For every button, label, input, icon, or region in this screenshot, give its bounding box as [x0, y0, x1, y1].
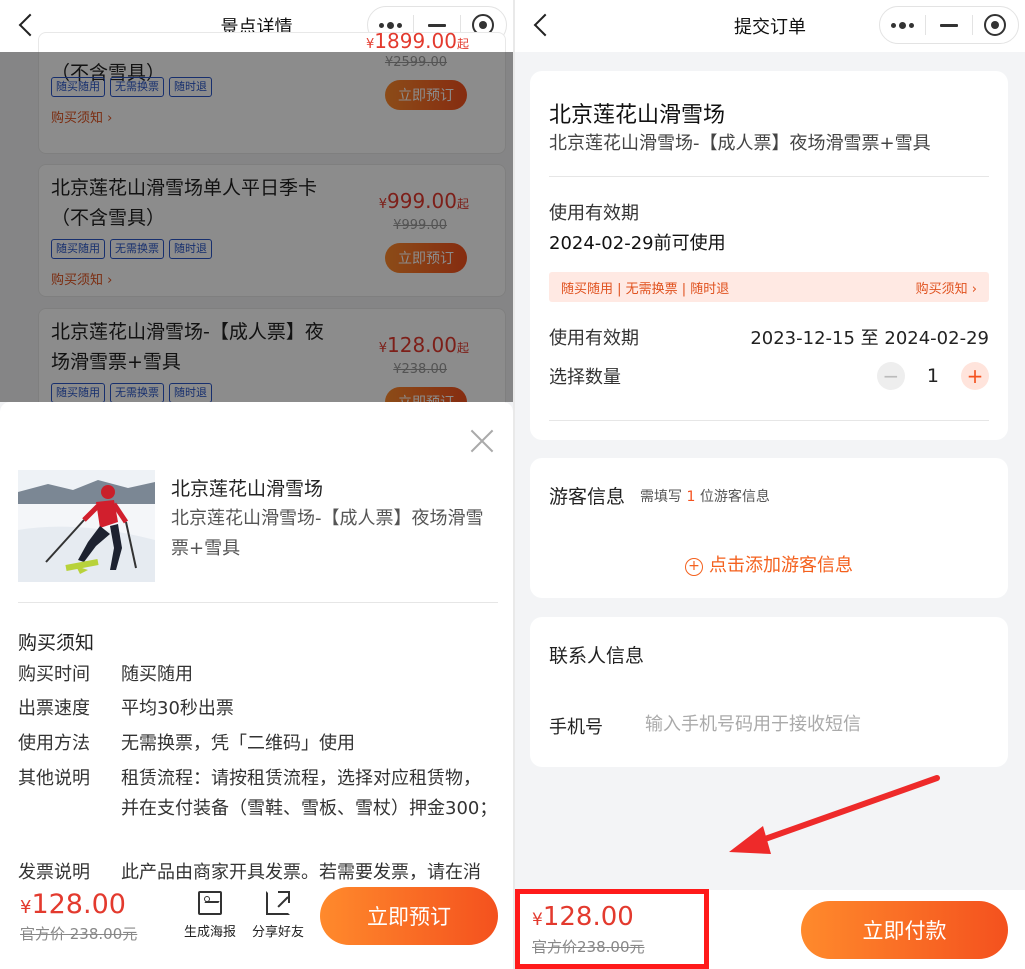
share-button[interactable]: 分享好友	[248, 891, 308, 940]
attraction-name: 北京莲花山滑雪场	[549, 103, 726, 128]
add-visitor-button[interactable]: + 点击添加游客信息	[530, 551, 1008, 577]
notice-value: 随买随用	[121, 664, 193, 685]
image-icon	[198, 891, 222, 915]
official-price: 官方价 238.00元	[20, 925, 138, 943]
pay-now-button[interactable]: 立即付款	[801, 901, 1008, 959]
notice-row: 出票速度 平均30秒出票	[18, 694, 498, 724]
price-highlight-box	[515, 889, 709, 969]
generate-poster-button[interactable]: 生成海报	[180, 891, 240, 940]
ticket-detail-sheet: 北京莲花山滑雪场 北京莲花山滑雪场-【成人票】夜场滑雪票+雪具 购买须知 购买时…	[0, 402, 513, 969]
increase-button[interactable]: +	[961, 362, 989, 390]
notice-row: 使用方法 无需换票，凭「二维码」使用	[18, 729, 498, 759]
decrease-button[interactable]: −	[876, 362, 905, 390]
product-price: ¥1899.00起	[365, 29, 469, 53]
quantity-label: 选择数量	[549, 367, 621, 388]
page-title: 提交订单	[734, 17, 806, 38]
book-now-button[interactable]: 立即预订	[320, 887, 498, 945]
validity-date: 2024-02-29前可使用	[549, 233, 726, 254]
policy-bar[interactable]: 随买随用 | 无需换票 | 随时退 购买须知 ›	[549, 272, 989, 302]
notice-row: 其他说明 租赁流程：请按租赁流程，选择对应租赁物，并在支付装备（雪鞋、雪板、雪杖）…	[18, 764, 498, 824]
policy-text: 随买随用 | 无需换票 | 随时退	[561, 281, 730, 297]
attraction-detail-panel: 景点详情 （不含雪具） 随买随用 无需换票 随时退 购买须知 › ¥1899.0…	[0, 0, 513, 969]
quantity-row: 选择数量 − 1 +	[549, 362, 989, 390]
back-icon[interactable]	[14, 12, 40, 40]
notice-value: 平均30秒出票	[121, 698, 234, 719]
validity-label: 使用有效期	[549, 203, 639, 224]
notice-key: 出票速度	[18, 698, 90, 719]
notice-key: 购买时间	[18, 664, 90, 685]
back-icon[interactable]	[529, 12, 555, 40]
notice-value: 此产品由商家开具发票。若需要发票，请在消	[121, 862, 481, 883]
validity-range: 2023-12-15 至 2024-02-29	[750, 328, 989, 349]
validity-range-row: 使用有效期 2023-12-15 至 2024-02-29	[549, 324, 989, 350]
minimize-icon[interactable]	[926, 7, 971, 43]
arrow-annotation	[729, 775, 940, 854]
more-icon[interactable]	[880, 7, 925, 43]
divider	[18, 602, 498, 603]
nav-bar: 提交订单	[515, 0, 1025, 52]
notice-key: 使用方法	[18, 733, 90, 754]
divider	[549, 420, 989, 421]
product-image	[18, 470, 155, 582]
close-miniprogram-icon[interactable]	[973, 7, 1018, 43]
share-icon	[266, 891, 290, 915]
plus-circle-icon: +	[685, 558, 703, 576]
submit-order-panel: 提交订单 北京莲花山滑雪场 北京莲花山滑雪场-【成人票】夜场滑雪票+雪具 使用有…	[515, 0, 1025, 969]
sale-price: ¥128.00	[20, 889, 126, 920]
notice-value: 租赁流程：请按租赁流程，选择对应租赁物，并在支付装备（雪鞋、雪板、雪杖）押金30…	[121, 768, 498, 819]
validity-range-label: 使用有效期	[549, 328, 639, 349]
phone-input[interactable]	[645, 709, 985, 739]
visitor-info-card: 游客信息 需填写 1 位游客信息 + 点击添加游客信息	[530, 458, 1008, 598]
product-name: 北京莲花山滑雪场	[171, 478, 324, 500]
notice-row: 购买时间 随买随用	[18, 660, 498, 690]
close-icon[interactable]	[469, 428, 495, 454]
contact-info-title: 联系人信息	[549, 645, 645, 667]
ticket-description: 北京莲花山滑雪场-【成人票】夜场滑雪票+雪具	[549, 133, 931, 154]
notice-key: 其他说明	[18, 768, 90, 789]
notice-key: 发票说明	[18, 862, 90, 883]
phone-label: 手机号	[549, 717, 603, 738]
sheet-bottom-bar: ¥128.00 官方价 238.00元 生成海报 分享好友 立即预订	[0, 887, 513, 969]
quantity-stepper: − 1 +	[876, 362, 989, 390]
product-description: 北京莲花山滑雪场-【成人票】夜场滑雪票+雪具	[171, 508, 484, 559]
mini-program-capsule	[879, 6, 1019, 44]
divider	[549, 176, 989, 177]
ticket-card: 北京莲花山滑雪场 北京莲花山滑雪场-【成人票】夜场滑雪票+雪具 使用有效期 20…	[530, 71, 1008, 440]
purchase-notice-link[interactable]: 购买须知 ›	[916, 278, 977, 297]
contact-info-card: 联系人信息 手机号	[530, 617, 1008, 767]
visitor-hint: 需填写 1 位游客信息	[640, 489, 770, 505]
visitor-info-title: 游客信息	[549, 486, 626, 508]
notice-row: 发票说明 此产品由商家开具发票。若需要发票，请在消	[18, 858, 498, 888]
quantity-value: 1	[926, 365, 939, 387]
purchase-notice-title: 购买须知	[18, 632, 95, 654]
notice-value: 无需换票，凭「二维码」使用	[121, 733, 355, 754]
overlay-mask[interactable]	[0, 52, 513, 402]
